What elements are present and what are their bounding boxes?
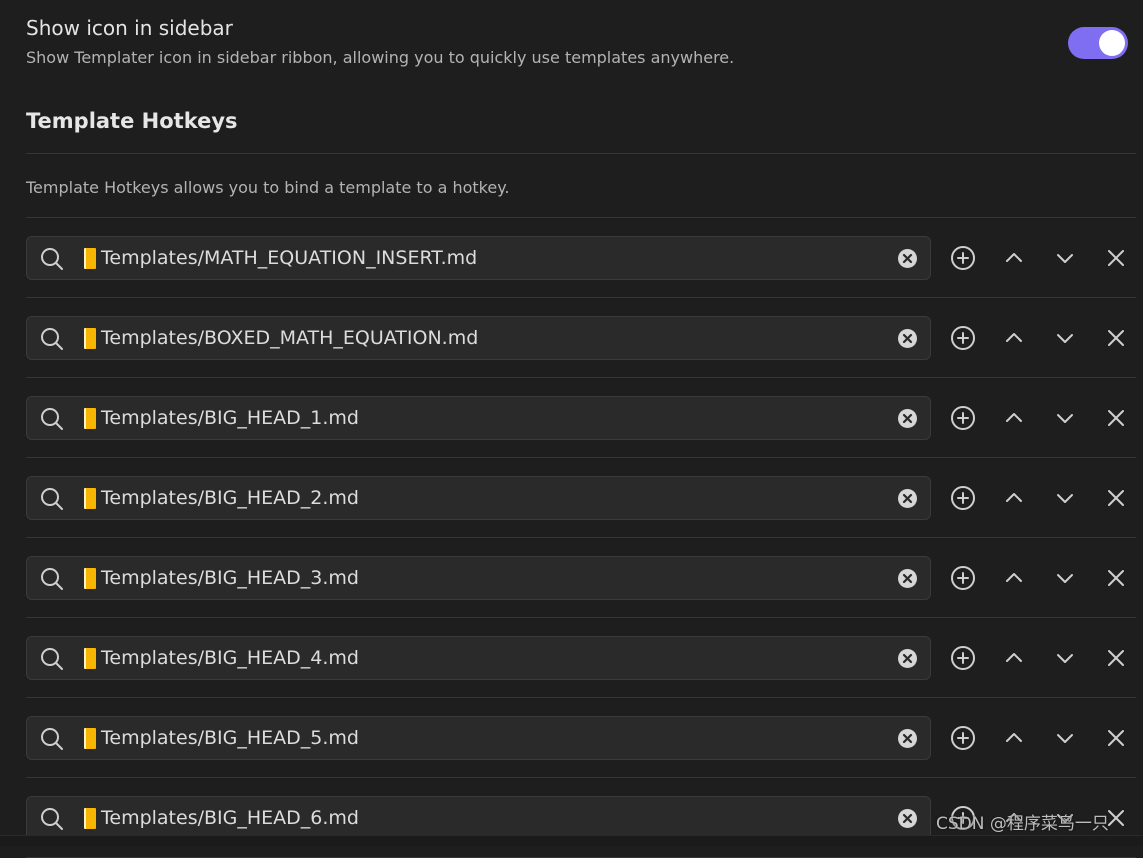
add-hotkey-icon[interactable] <box>950 645 976 671</box>
folder-marker-icon <box>84 648 96 669</box>
clear-icon[interactable] <box>897 648 918 669</box>
folder-marker-icon <box>84 728 96 749</box>
section-description: Template Hotkeys allows you to bind a te… <box>26 178 510 197</box>
chevron-down-icon[interactable] <box>1052 245 1078 271</box>
clear-icon[interactable] <box>897 408 918 429</box>
template-path: Templates/BIG_HEAD_2.md <box>101 487 359 509</box>
setting-item-show-sidebar-icon: Show icon in sidebar Show Templater icon… <box>26 14 1136 69</box>
template-search-input[interactable]: Templates/BIG_HEAD_3.md <box>26 556 931 600</box>
template-path: Templates/BIG_HEAD_4.md <box>101 647 359 669</box>
folder-marker-icon <box>84 328 96 349</box>
chevron-down-icon[interactable] <box>1052 725 1078 751</box>
template-search-input[interactable]: Templates/BIG_HEAD_5.md <box>26 716 931 760</box>
template-search-input[interactable]: Templates/BIG_HEAD_1.md <box>26 396 931 440</box>
add-hotkey-icon[interactable] <box>950 485 976 511</box>
folder-marker-icon <box>84 408 96 429</box>
hotkey-row: Templates/BIG_HEAD_4.md <box>26 618 1136 698</box>
hotkey-row: Templates/BIG_HEAD_3.md <box>26 538 1136 618</box>
folder-marker-icon <box>84 568 96 589</box>
template-path: Templates/BIG_HEAD_5.md <box>101 727 359 749</box>
search-icon <box>39 486 65 512</box>
close-icon[interactable] <box>1103 485 1129 511</box>
chevron-down-icon[interactable] <box>1052 325 1078 351</box>
add-hotkey-icon[interactable] <box>950 245 976 271</box>
chevron-down-icon[interactable] <box>1052 565 1078 591</box>
chevron-up-icon[interactable] <box>1001 565 1027 591</box>
template-search-input[interactable]: Templates/BIG_HEAD_4.md <box>26 636 931 680</box>
add-hotkey-icon[interactable] <box>950 325 976 351</box>
template-path: Templates/BIG_HEAD_6.md <box>101 807 359 829</box>
close-icon[interactable] <box>1103 405 1129 431</box>
folder-marker-icon <box>84 248 96 269</box>
template-search-input[interactable]: Templates/BOXED_MATH_EQUATION.md <box>26 316 931 360</box>
search-icon <box>39 806 65 832</box>
clear-icon[interactable] <box>897 808 918 829</box>
template-search-input[interactable]: Templates/BIG_HEAD_6.md <box>26 796 931 840</box>
hotkey-row: Templates/BOXED_MATH_EQUATION.md <box>26 298 1136 378</box>
bottom-edge <box>0 835 1143 846</box>
template-path: Templates/BIG_HEAD_3.md <box>101 567 359 589</box>
search-icon <box>39 726 65 752</box>
sidebar-icon-toggle[interactable] <box>1068 27 1128 59</box>
setting-description: Show Templater icon in sidebar ribbon, a… <box>26 48 735 67</box>
watermark: CSDN @程序菜鸟一只 <box>936 814 1109 834</box>
folder-marker-icon <box>84 808 96 829</box>
search-icon <box>39 566 65 592</box>
template-path: Templates/BOXED_MATH_EQUATION.md <box>101 327 479 349</box>
close-icon[interactable] <box>1103 645 1129 671</box>
add-hotkey-icon[interactable] <box>950 725 976 751</box>
chevron-up-icon[interactable] <box>1001 485 1027 511</box>
clear-icon[interactable] <box>897 488 918 509</box>
close-icon[interactable] <box>1103 565 1129 591</box>
chevron-up-icon[interactable] <box>1001 325 1027 351</box>
clear-icon[interactable] <box>897 328 918 349</box>
search-icon <box>39 326 65 352</box>
template-path: Templates/MATH_EQUATION_INSERT.md <box>101 247 478 269</box>
clear-icon[interactable] <box>897 248 918 269</box>
template-path: Templates/BIG_HEAD_1.md <box>101 407 359 429</box>
search-icon <box>39 646 65 672</box>
hotkey-row: Templates/MATH_EQUATION_INSERT.md <box>26 218 1136 298</box>
close-icon[interactable] <box>1103 725 1129 751</box>
chevron-up-icon[interactable] <box>1001 405 1027 431</box>
template-search-input[interactable]: Templates/BIG_HEAD_2.md <box>26 476 931 520</box>
search-icon <box>39 406 65 432</box>
chevron-down-icon[interactable] <box>1052 405 1078 431</box>
hotkey-list: Templates/MATH_EQUATION_INSERT.md Templat… <box>0 218 1143 858</box>
search-icon <box>39 246 65 272</box>
chevron-down-icon[interactable] <box>1052 645 1078 671</box>
hotkey-row: Templates/BIG_HEAD_1.md <box>26 378 1136 458</box>
section-heading: Template Hotkeys <box>26 109 238 133</box>
add-hotkey-icon[interactable] <box>950 565 976 591</box>
chevron-up-icon[interactable] <box>1001 645 1027 671</box>
toggle-knob <box>1099 30 1125 56</box>
hotkey-row: Templates/BIG_HEAD_5.md <box>26 698 1136 778</box>
chevron-up-icon[interactable] <box>1001 725 1027 751</box>
hotkey-row: Templates/BIG_HEAD_2.md <box>26 458 1136 538</box>
clear-icon[interactable] <box>897 728 918 749</box>
setting-name: Show icon in sidebar <box>26 16 233 40</box>
chevron-up-icon[interactable] <box>1001 245 1027 271</box>
close-icon[interactable] <box>1103 325 1129 351</box>
template-search-input[interactable]: Templates/MATH_EQUATION_INSERT.md <box>26 236 931 280</box>
folder-marker-icon <box>84 488 96 509</box>
add-hotkey-icon[interactable] <box>950 405 976 431</box>
divider <box>26 153 1136 154</box>
chevron-down-icon[interactable] <box>1052 485 1078 511</box>
clear-icon[interactable] <box>897 568 918 589</box>
close-icon[interactable] <box>1103 245 1129 271</box>
